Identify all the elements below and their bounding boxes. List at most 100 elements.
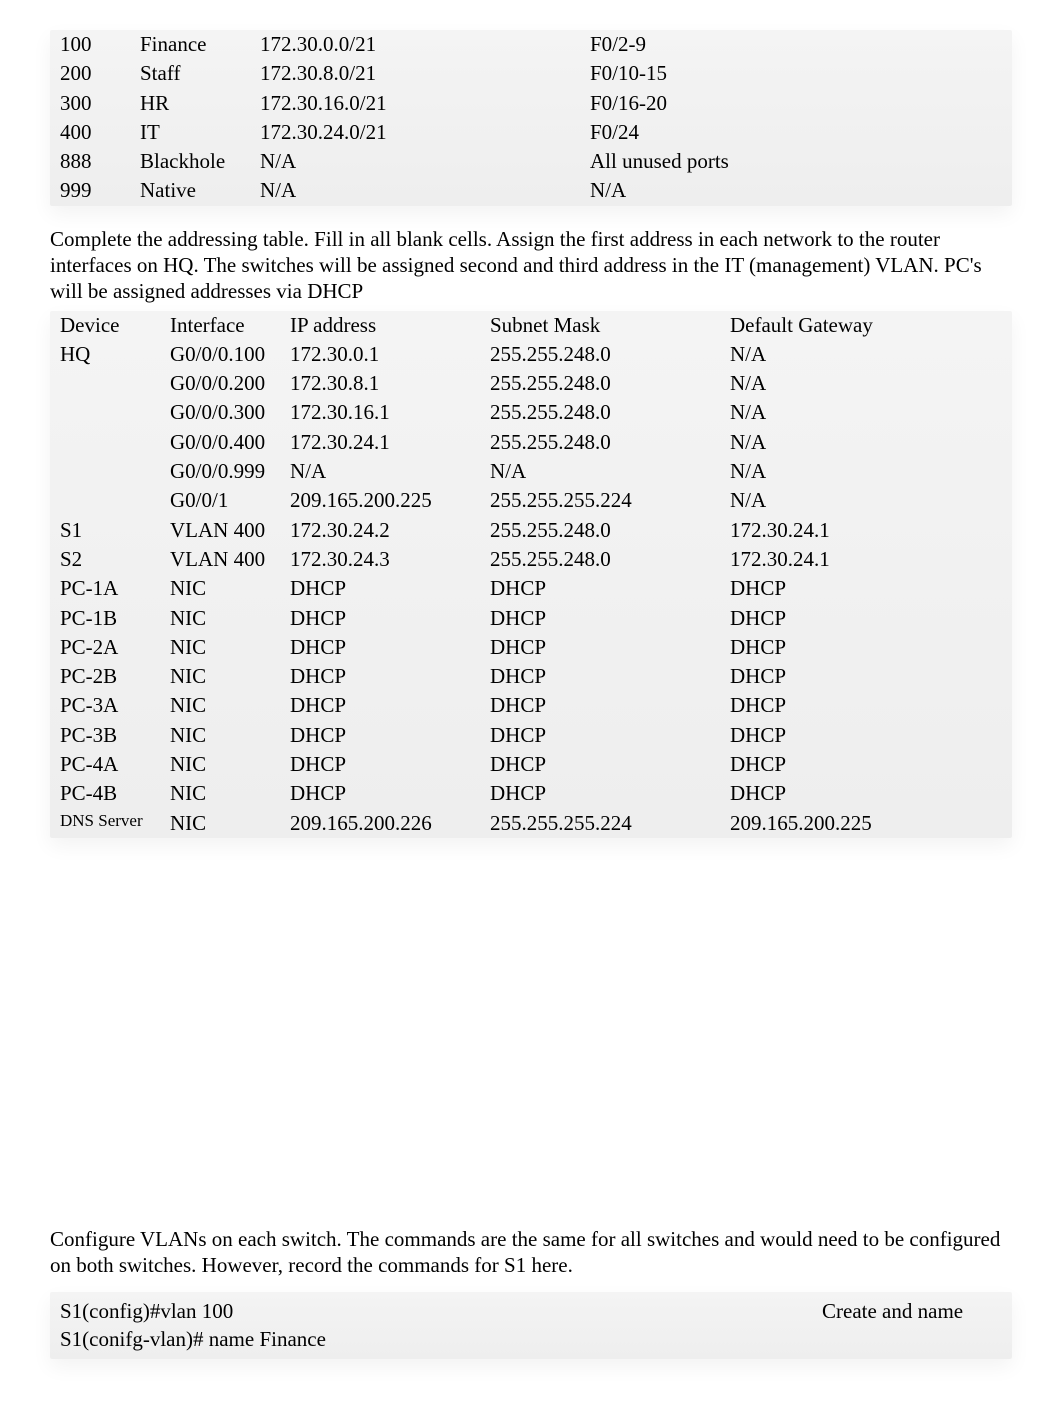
cell-device: PC-1A [60, 575, 170, 602]
cell-device [60, 429, 170, 456]
cell-gateway: DHCP [730, 575, 1002, 602]
cell-gateway: 209.165.200.225 [730, 810, 1002, 837]
cell-interface: VLAN 400 [170, 546, 290, 573]
table-row: PC-4B NIC DHCP DHCP DHCP [50, 779, 1012, 808]
cell-device: PC-2B [60, 663, 170, 690]
cell-mask: 255.255.248.0 [490, 370, 730, 397]
cell-mask: DHCP [490, 634, 730, 661]
cell-mask: N/A [490, 458, 730, 485]
cell-mask: 255.255.255.224 [490, 487, 730, 514]
cell-device: S1 [60, 517, 170, 544]
cell-mask: 255.255.248.0 [490, 341, 730, 368]
vlan-name: IT [140, 119, 260, 146]
cell-device: PC-4A [60, 751, 170, 778]
table-row: PC-3B NIC DHCP DHCP DHCP [50, 721, 1012, 750]
cell-device: PC-4B [60, 780, 170, 807]
cell-interface: G0/0/0.200 [170, 370, 290, 397]
cell-ip: 172.30.24.1 [290, 429, 490, 456]
vlan-network: N/A [260, 148, 590, 175]
cell-mask: DHCP [490, 663, 730, 690]
cell-interface: NIC [170, 575, 290, 602]
vlan-network: 172.30.0.0/21 [260, 31, 590, 58]
cell-interface: NIC [170, 722, 290, 749]
cell-interface: NIC [170, 663, 290, 690]
vlan-ports: F0/2-9 [590, 31, 1002, 58]
table-row: S2 VLAN 400 172.30.24.3 255.255.248.0 17… [50, 545, 1012, 574]
cell-device: PC-2A [60, 634, 170, 661]
cell-mask: DHCP [490, 605, 730, 632]
vlan-name: Staff [140, 60, 260, 87]
cell-gateway: 172.30.24.1 [730, 546, 1002, 573]
cell-ip: DHCP [290, 575, 490, 602]
cell-mask: DHCP [490, 575, 730, 602]
table-row: 300 HR 172.30.16.0/21 F0/16-20 [50, 89, 1012, 118]
vlan-table: 100 Finance 172.30.0.0/21 F0/2-9 200 Sta… [50, 30, 1012, 206]
cell-ip: N/A [290, 458, 490, 485]
command-block: S1(config)#vlan 100 Create and name S1(c… [50, 1292, 1012, 1359]
cell-device: HQ [60, 341, 170, 368]
table-row: G0/0/0.400 172.30.24.1 255.255.248.0 N/A [50, 428, 1012, 457]
table-row: PC-2B NIC DHCP DHCP DHCP [50, 662, 1012, 691]
table-row: HQ G0/0/0.100 172.30.0.1 255.255.248.0 N… [50, 340, 1012, 369]
cell-ip: 172.30.16.1 [290, 399, 490, 426]
vlan-id: 999 [60, 177, 140, 204]
command-note: Create and name [822, 1298, 1002, 1325]
cell-gateway: DHCP [730, 692, 1002, 719]
cell-gateway: N/A [730, 399, 1002, 426]
cell-interface: VLAN 400 [170, 517, 290, 544]
vlan-name: Blackhole [140, 148, 260, 175]
cell-gateway: DHCP [730, 663, 1002, 690]
vlan-id: 200 [60, 60, 140, 87]
cell-interface: NIC [170, 810, 290, 837]
table-row: PC-2A NIC DHCP DHCP DHCP [50, 633, 1012, 662]
command-row: S1(config)#vlan 100 Create and name [60, 1298, 1002, 1325]
vlan-network: 172.30.16.0/21 [260, 90, 590, 117]
cell-ip: DHCP [290, 663, 490, 690]
table-row: PC-3A NIC DHCP DHCP DHCP [50, 691, 1012, 720]
header-mask: Subnet Mask [490, 312, 730, 339]
cell-gateway: N/A [730, 458, 1002, 485]
header-gateway: Default Gateway [730, 312, 1002, 339]
vlan-network: 172.30.24.0/21 [260, 119, 590, 146]
command-text: S1(conifg-vlan)# name Finance [60, 1326, 822, 1353]
cell-mask: DHCP [490, 692, 730, 719]
cell-ip: 209.165.200.226 [290, 810, 490, 837]
table-row: 888 Blackhole N/A All unused ports [50, 147, 1012, 176]
cell-device [60, 487, 170, 514]
table-row: 999 Native N/A N/A [50, 176, 1012, 205]
table-row: PC-1B NIC DHCP DHCP DHCP [50, 604, 1012, 633]
cell-mask: 255.255.255.224 [490, 810, 730, 837]
cell-interface: G0/0/0.300 [170, 399, 290, 426]
cell-mask: 255.255.248.0 [490, 517, 730, 544]
vlan-id: 888 [60, 148, 140, 175]
cell-gateway: DHCP [730, 634, 1002, 661]
vlan-name: HR [140, 90, 260, 117]
vlan-ports: N/A [590, 177, 1002, 204]
cell-gateway: N/A [730, 370, 1002, 397]
cell-ip: 209.165.200.225 [290, 487, 490, 514]
cell-gateway: N/A [730, 429, 1002, 456]
blank-space [50, 858, 1012, 1208]
vlan-name: Finance [140, 31, 260, 58]
table-row: 100 Finance 172.30.0.0/21 F0/2-9 [50, 30, 1012, 59]
command-note-empty [822, 1326, 1002, 1353]
header-device: Device [60, 312, 170, 339]
vlan-network: N/A [260, 177, 590, 204]
cell-device: PC-1B [60, 605, 170, 632]
vlan-ports: F0/16-20 [590, 90, 1002, 117]
cell-ip: DHCP [290, 722, 490, 749]
vlan-network: 172.30.8.0/21 [260, 60, 590, 87]
cell-interface: NIC [170, 605, 290, 632]
cell-device [60, 370, 170, 397]
cell-gateway: DHCP [730, 605, 1002, 632]
vlan-ports: F0/10-15 [590, 60, 1002, 87]
command-text: S1(config)#vlan 100 [60, 1298, 822, 1325]
cell-gateway: 172.30.24.1 [730, 517, 1002, 544]
cell-mask: 255.255.248.0 [490, 429, 730, 456]
cell-ip: DHCP [290, 634, 490, 661]
cell-device [60, 458, 170, 485]
cell-ip: 172.30.24.2 [290, 517, 490, 544]
table-header-row: Device Interface IP address Subnet Mask … [50, 311, 1012, 340]
vlan-ports: All unused ports [590, 148, 1002, 175]
cell-interface: G0/0/0.100 [170, 341, 290, 368]
